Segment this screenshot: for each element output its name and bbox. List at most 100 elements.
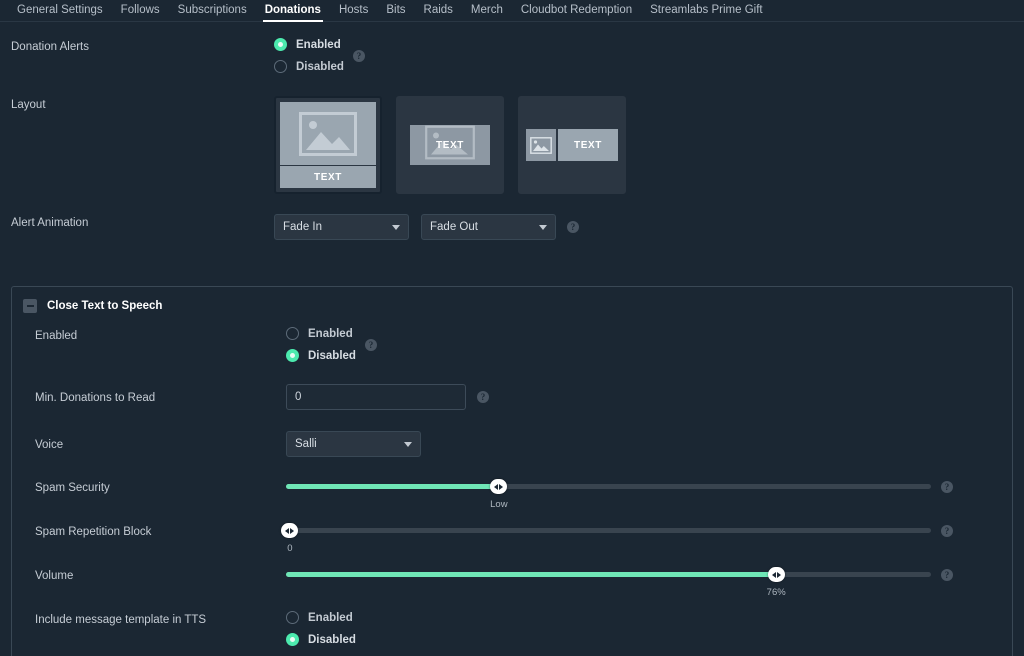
volume-label: Volume	[35, 570, 74, 582]
tab-streamlabs-prime-gift[interactable]: Streamlabs Prime Gift	[641, 4, 771, 21]
tts-enabled-option-label: Enabled	[308, 327, 353, 340]
picture-icon	[530, 136, 552, 154]
arrow-right-icon	[499, 483, 504, 490]
spam-security-value: Low	[490, 499, 508, 510]
slider-thumb[interactable]	[281, 523, 299, 538]
tab-subscriptions[interactable]: Subscriptions	[169, 4, 256, 21]
slider-fill	[286, 572, 777, 577]
include-template-disabled-label: Disabled	[308, 633, 356, 646]
tab-general-settings[interactable]: General Settings	[8, 4, 112, 21]
tab-follows[interactable]: Follows	[112, 4, 169, 21]
layout-card-text-over-image[interactable]: TEXT	[396, 96, 504, 194]
help-icon[interactable]: ?	[941, 569, 953, 581]
tab-cloudbot-redemption[interactable]: Cloudbot Redemption	[512, 4, 641, 21]
slider-thumb[interactable]	[490, 479, 508, 494]
voice-label: Voice	[35, 439, 64, 451]
include-template-enabled-option[interactable]: Enabled	[286, 611, 356, 624]
radio-on-icon[interactable]	[274, 38, 287, 51]
help-icon[interactable]: ?	[567, 221, 579, 233]
chevron-down-icon	[404, 441, 412, 447]
arrow-left-icon	[494, 483, 499, 490]
alert-animation-in-select[interactable]: Fade In	[274, 214, 409, 240]
alert-animation-out-select[interactable]: Fade Out	[421, 214, 556, 240]
slider-track[interactable]	[286, 567, 931, 582]
spam-repetition-value: 0	[287, 543, 293, 554]
tts-enabled-option[interactable]: Enabled	[286, 327, 356, 340]
help-icon[interactable]: ?	[941, 481, 953, 493]
image-placeholder-icon	[280, 102, 376, 165]
row-donation-alerts: Donation Alerts Enabled Disabled ?	[0, 38, 1024, 73]
row-tts-enabled: Enabled Enabled Disabled ?	[12, 327, 1012, 362]
include-template-radio-group: Enabled Disabled	[286, 611, 356, 646]
include-template-disabled-option[interactable]: Disabled	[286, 633, 356, 646]
help-icon[interactable]: ?	[477, 391, 489, 403]
row-spam-security: Spam Security Low ?	[12, 479, 1012, 510]
slider-track[interactable]	[281, 523, 931, 538]
radio-off-icon[interactable]	[286, 327, 299, 340]
arrow-right-icon	[290, 527, 295, 534]
include-template-enabled-label: Enabled	[308, 611, 353, 624]
donation-alerts-enabled-option[interactable]: Enabled	[274, 38, 344, 51]
donation-alerts-disabled-option[interactable]: Disabled	[274, 60, 344, 73]
layout-card-3-inner: TEXT	[526, 129, 618, 161]
donation-alerts-enabled-label: Enabled	[296, 38, 341, 51]
layout-card-list: TEXT TEXT TEXT	[274, 96, 626, 194]
alert-animation-label: Alert Animation	[11, 217, 89, 229]
chevron-down-icon	[392, 224, 400, 230]
layout-card-image-beside-text[interactable]: TEXT	[518, 96, 626, 194]
tab-raids[interactable]: Raids	[415, 4, 462, 21]
spam-repetition-label: Spam Repetition Block	[35, 526, 152, 538]
collapse-minus-icon[interactable]	[23, 299, 37, 313]
radio-off-icon[interactable]	[286, 611, 299, 624]
donation-alerts-label: Donation Alerts	[11, 41, 89, 53]
tts-panel-title: Close Text to Speech	[47, 300, 163, 312]
spam-repetition-slider[interactable]: 0	[281, 523, 931, 554]
help-icon[interactable]: ?	[352, 50, 365, 62]
tts-disabled-option[interactable]: Disabled	[286, 349, 356, 362]
text-to-speech-panel: Close Text to Speech Enabled Enabled Dis…	[11, 286, 1013, 656]
layout-card-2-text: TEXT	[436, 139, 464, 151]
volume-value: 76%	[766, 587, 786, 598]
tts-enabled-radio-group: Enabled Disabled	[286, 327, 356, 362]
spam-security-slider[interactable]: Low	[286, 479, 931, 510]
slider-thumb[interactable]	[767, 567, 785, 582]
alert-animation-out-value: Fade Out	[430, 221, 478, 233]
layout-card-3-text: TEXT	[558, 129, 618, 161]
radio-off-icon[interactable]	[274, 60, 287, 73]
row-voice: Voice Salli	[12, 431, 1012, 457]
help-icon[interactable]: ?	[941, 525, 953, 537]
arrow-left-icon	[771, 571, 776, 578]
min-donations-input[interactable]: 0	[286, 384, 466, 410]
tts-enabled-label: Enabled	[35, 330, 78, 342]
alert-animation-in-value: Fade In	[283, 221, 322, 233]
radio-on-icon[interactable]	[286, 633, 299, 646]
help-icon[interactable]: ?	[364, 339, 377, 351]
voice-select[interactable]: Salli	[286, 431, 421, 457]
picture-icon	[299, 111, 357, 156]
tab-donations[interactable]: Donations	[256, 4, 330, 22]
arrow-left-icon	[285, 527, 290, 534]
layout-card-1-text: TEXT	[280, 166, 376, 188]
layout-label: Layout	[11, 99, 46, 111]
row-volume: Volume 76% ?	[12, 567, 1012, 598]
row-spam-repetition: Spam Repetition Block 0 ?	[12, 523, 1012, 554]
slider-fill	[286, 484, 499, 489]
tts-disabled-option-label: Disabled	[308, 349, 356, 362]
slider-track[interactable]	[286, 479, 931, 494]
tts-panel-header[interactable]: Close Text to Speech	[12, 299, 1012, 313]
row-alert-animation: Alert Animation Fade In Fade Out ?	[0, 214, 1024, 240]
layout-card-image-above-text[interactable]: TEXT	[274, 96, 382, 194]
min-donations-label: Min. Donations to Read	[35, 392, 156, 404]
donation-alerts-disabled-label: Disabled	[296, 60, 344, 73]
spam-security-label: Spam Security	[35, 482, 110, 494]
tab-hosts[interactable]: Hosts	[330, 4, 377, 21]
voice-value: Salli	[295, 438, 317, 450]
arrow-right-icon	[776, 571, 781, 578]
tab-merch[interactable]: Merch	[462, 4, 512, 21]
row-layout: Layout TEXT TEXT TEXT	[0, 96, 1024, 194]
tab-bits[interactable]: Bits	[377, 4, 414, 21]
volume-slider[interactable]: 76%	[286, 567, 931, 598]
layout-card-2-inner: TEXT	[410, 125, 490, 165]
donation-alerts-radio-group: Enabled Disabled	[274, 38, 344, 73]
radio-on-icon[interactable]	[286, 349, 299, 362]
